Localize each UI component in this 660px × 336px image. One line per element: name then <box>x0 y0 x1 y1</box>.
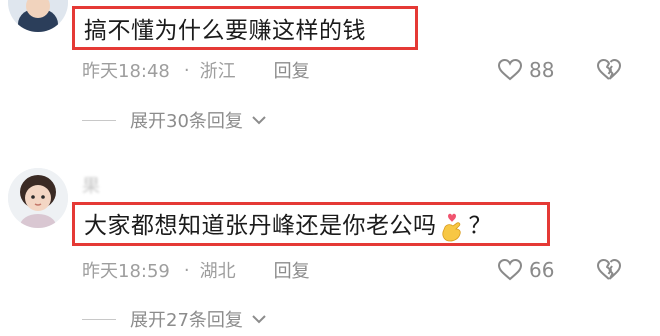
expand-replies-button[interactable]: 展开27条回复 <box>82 305 267 333</box>
comment-text-box: 搞不懂为什么要赚这样的钱 <box>72 6 418 50</box>
broken-heart-icon <box>597 259 621 280</box>
comment-text-tail: ？ <box>468 213 492 240</box>
comment-text-main: 大家都想知道张丹峰还是你老公吗 <box>84 213 437 240</box>
dislike-button[interactable] <box>596 258 622 286</box>
separator-dot: · <box>183 59 190 81</box>
reply-button[interactable]: 回复 <box>274 57 310 83</box>
username-label: 果 <box>82 176 101 197</box>
comment-time: 昨天18:59 <box>82 261 170 282</box>
comment-location: 浙江 <box>199 61 236 82</box>
expand-replies-label: 展开30条回复 <box>130 111 243 132</box>
chevron-down-icon <box>252 116 266 125</box>
avatar-photo <box>8 168 68 228</box>
chevron-down-icon <box>252 315 266 324</box>
reply-button[interactable]: 回复 <box>274 257 310 283</box>
comment-text: 大家都想知道张丹峰还是你老公吗 ？ <box>84 206 492 242</box>
comment-meta: 昨天18:48 · 浙江 回复 <box>82 56 642 84</box>
expand-replies-button[interactable]: 展开30条回复 <box>82 106 267 134</box>
heart-icon <box>497 258 523 281</box>
comment-time: 昨天18:48 <box>82 61 170 82</box>
heart-icon <box>497 58 523 81</box>
avatar[interactable] <box>8 168 68 228</box>
comment-location: 湖北 <box>199 261 236 282</box>
divider-line <box>82 318 116 320</box>
comment-text: 搞不懂为什么要赚这样的钱 <box>84 18 366 44</box>
like-count: 88 <box>529 58 555 82</box>
separator-dot: · <box>183 259 190 281</box>
dislike-button[interactable] <box>596 58 622 86</box>
avatar-photo <box>8 0 68 32</box>
like-button[interactable]: 88 <box>497 56 554 84</box>
finger-heart-icon <box>441 213 461 242</box>
like-button[interactable]: 66 <box>497 256 554 284</box>
username[interactable]: 果 <box>82 172 101 198</box>
divider-line <box>82 119 116 121</box>
comment-text-box: 大家都想知道张丹峰还是你老公吗 ？ <box>72 202 550 246</box>
expand-replies-label: 展开27条回复 <box>130 310 243 331</box>
comment-meta: 昨天18:59 · 湖北 回复 <box>82 256 642 284</box>
broken-heart-icon <box>597 59 621 80</box>
avatar[interactable] <box>8 0 68 32</box>
like-count: 66 <box>529 258 555 282</box>
